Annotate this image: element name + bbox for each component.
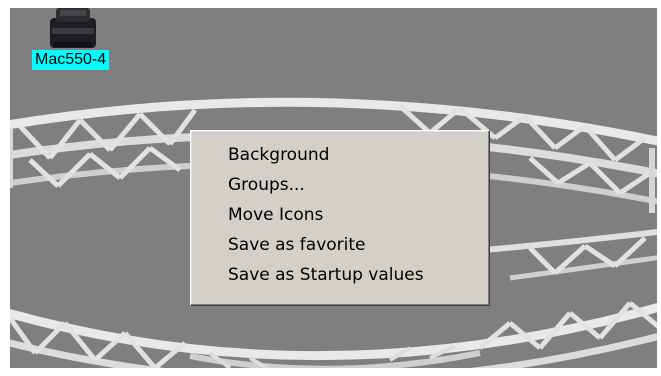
moving-head-fixture-icon[interactable] <box>44 8 102 50</box>
menu-item-save-as-favorite[interactable]: Save as favorite <box>191 230 489 260</box>
menu-item-background[interactable]: Background <box>191 140 489 170</box>
fixture-mac550-4[interactable]: Mac550-4 <box>32 8 132 86</box>
fixture-label[interactable]: Mac550-4 <box>32 50 110 70</box>
menu-item-groups[interactable]: Groups... <box>191 170 489 200</box>
menu-item-move-icons[interactable]: Move Icons <box>191 200 489 230</box>
context-menu: Background Groups... Move Icons Save as … <box>190 130 490 306</box>
menu-item-save-as-startup-values[interactable]: Save as Startup values <box>191 260 489 290</box>
window-frame: Mac550-4 Background Groups... Move Icons… <box>0 0 661 376</box>
